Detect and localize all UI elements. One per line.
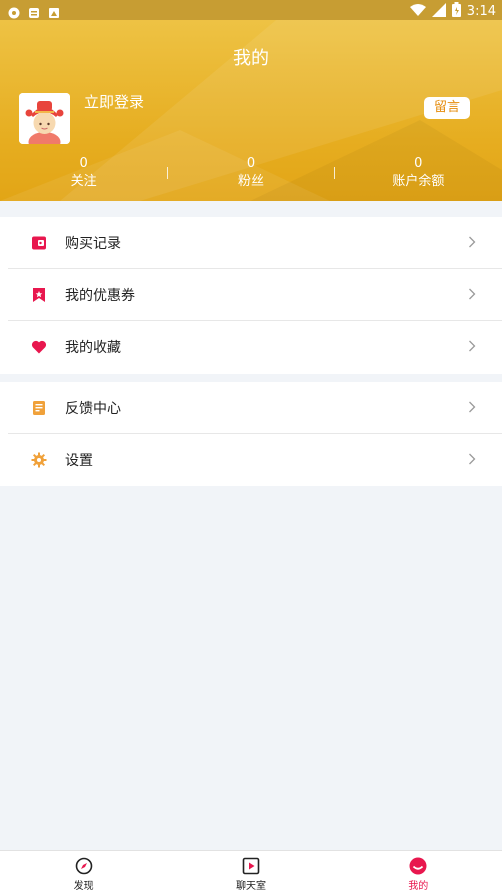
chevron-right-icon — [468, 399, 476, 413]
stat-label: 关注 — [70, 174, 97, 189]
clock-time: 3:14 — [466, 4, 496, 19]
stats-bar: 0 关注 0 粉丝 0 账户余额 — [0, 155, 502, 195]
menu-item-label: 我的优惠券 — [65, 288, 135, 304]
tab-mine[interactable]: 我的 — [335, 851, 502, 893]
storage-icon — [28, 4, 40, 18]
message-button[interactable]: 留言 — [424, 97, 470, 119]
play-square-icon — [242, 857, 260, 875]
wifi-icon — [409, 3, 426, 21]
profile-icon — [409, 857, 427, 875]
stat-fans[interactable]: 0 粉丝 — [167, 155, 334, 195]
chevron-right-icon — [468, 451, 476, 465]
stat-label: 账户余额 — [392, 174, 445, 189]
tab-label: 我的 — [408, 881, 429, 892]
menu-item-label: 反馈中心 — [65, 401, 121, 417]
page-title: 我的 — [233, 48, 269, 69]
stat-balance[interactable]: 0 账户余额 — [335, 155, 502, 195]
coupon-bookmark-icon — [31, 287, 47, 303]
wallet-icon — [31, 235, 47, 251]
stat-following[interactable]: 0 关注 — [0, 155, 167, 195]
avatar[interactable] — [19, 93, 70, 144]
gear-icon — [31, 452, 47, 468]
chevron-right-icon — [468, 234, 476, 248]
profile-header: 3:14 我的 立即登录 留言 0 关注 0 粉丝 0 账户余额 — [0, 0, 502, 201]
menu-item-purchase-records[interactable]: 购买记录 — [0, 217, 502, 269]
menu-item-label: 我的收藏 — [65, 340, 121, 356]
stat-value: 0 — [414, 156, 423, 171]
bottom-tab-bar: 发现 聊天室 我的 — [0, 850, 502, 893]
image-icon — [48, 4, 60, 18]
battery-icon — [451, 2, 461, 21]
tab-label: 发现 — [73, 881, 94, 892]
tab-discover[interactable]: 发现 — [0, 851, 167, 893]
chevron-right-icon — [468, 286, 476, 300]
stat-label: 粉丝 — [237, 174, 264, 189]
menu-group-primary: 购买记录 我的优惠券 我的收藏 — [0, 217, 502, 374]
menu-item-label: 购买记录 — [65, 236, 121, 252]
status-bar: 3:14 — [0, 0, 502, 20]
feedback-document-icon — [31, 400, 47, 416]
tab-chatroom[interactable]: 聊天室 — [167, 851, 334, 893]
stat-value: 0 — [246, 156, 256, 171]
notification-icon — [8, 4, 20, 19]
stat-value: 0 — [79, 156, 88, 171]
menu-item-feedback[interactable]: 反馈中心 — [0, 382, 502, 434]
tab-label: 聊天室 — [235, 881, 266, 892]
login-link[interactable]: 立即登录 — [84, 91, 144, 112]
heart-icon — [31, 339, 47, 355]
menu-group-secondary: 反馈中心 设置 — [0, 382, 502, 486]
chevron-right-icon — [468, 338, 476, 352]
signal-icon — [431, 2, 446, 21]
menu-item-label: 设置 — [65, 453, 93, 469]
stat-divider — [334, 167, 335, 179]
menu-item-favorites[interactable]: 我的收藏 — [0, 321, 502, 373]
avatar-image — [19, 93, 70, 144]
stat-divider — [167, 167, 168, 179]
menu-item-coupons[interactable]: 我的优惠券 — [0, 269, 502, 321]
menu-item-settings[interactable]: 设置 — [0, 434, 502, 486]
compass-icon — [75, 857, 93, 875]
